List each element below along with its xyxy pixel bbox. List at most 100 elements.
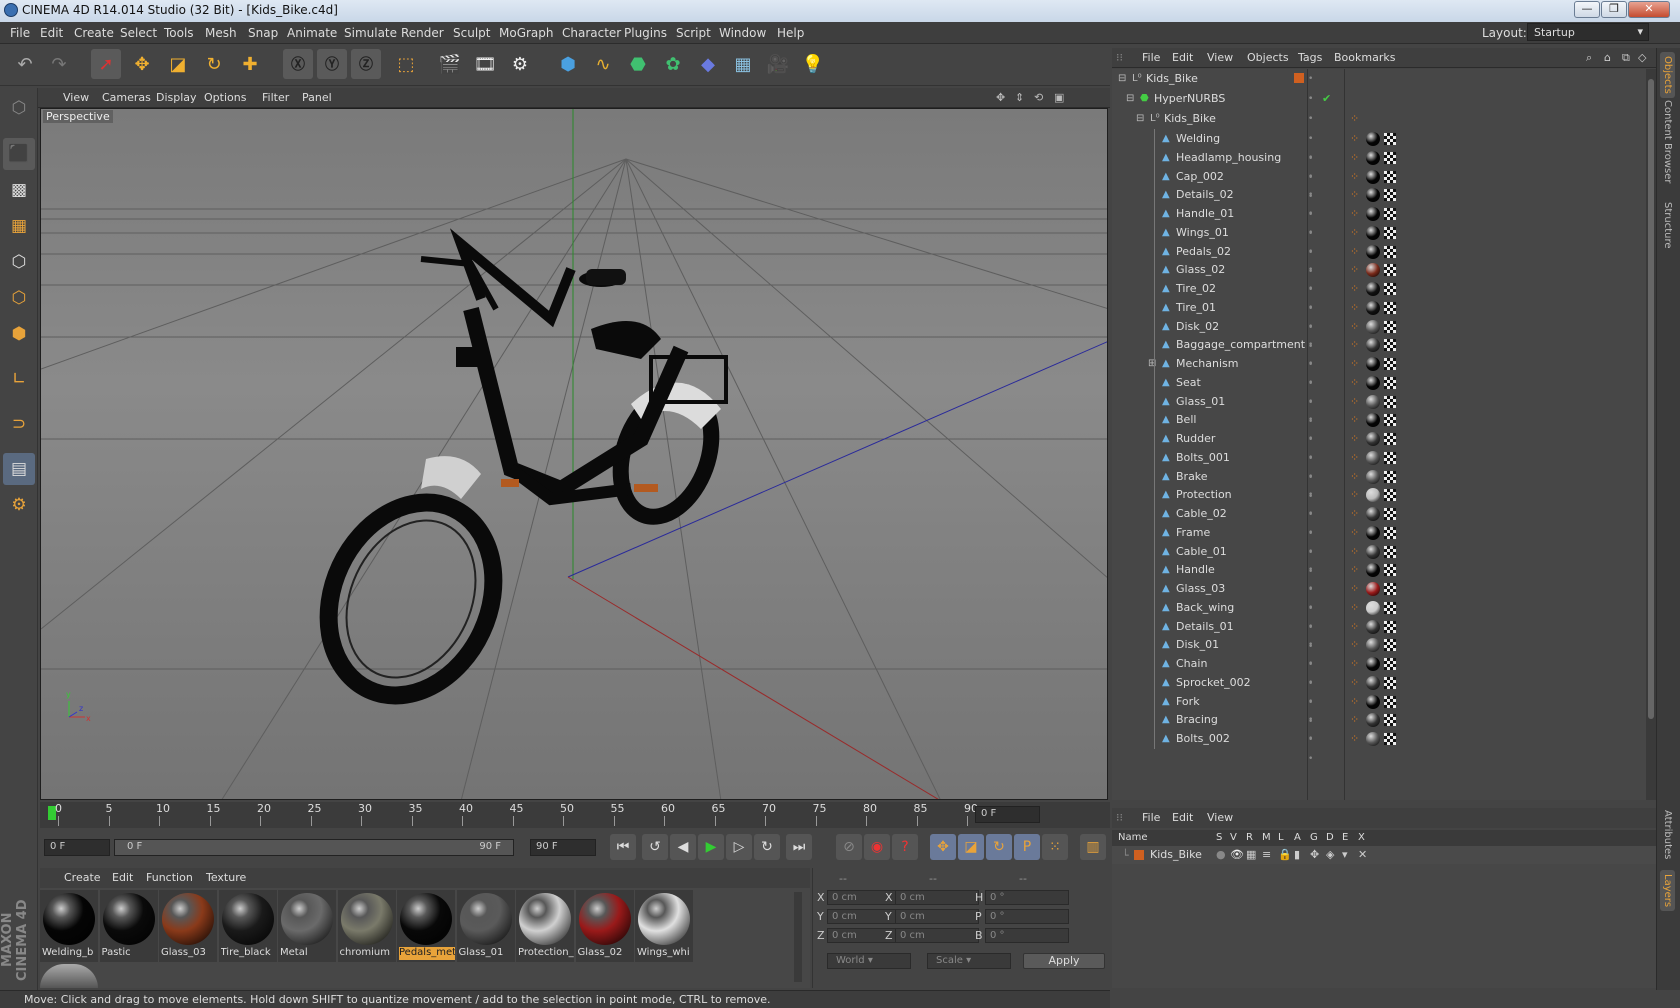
uvw-tag-icon[interactable] <box>1384 320 1396 333</box>
object-row[interactable]: ▲ Handle_01 • • ⁘ <box>1112 204 1646 239</box>
cube-primitive-icon[interactable]: ⬢ <box>553 49 583 79</box>
obj-menu-tags[interactable]: Tags <box>1298 51 1322 64</box>
coord-value-field[interactable]: 0 ° <box>985 928 1069 943</box>
visibility-dots[interactable]: • • <box>1308 448 1338 483</box>
phong-tag-icon[interactable]: ⁘ <box>1350 339 1362 351</box>
layout-select[interactable]: Startup ▾ <box>1527 23 1649 41</box>
phong-tag-icon[interactable]: ⁘ <box>1350 133 1362 145</box>
render-icon[interactable]: ▦ <box>1246 848 1256 861</box>
phong-tag-icon[interactable]: ⁘ <box>1350 452 1362 464</box>
object-row[interactable]: ▲ Cable_02 • • ⁘ <box>1112 504 1646 539</box>
texture-mode-icon[interactable]: ▩ <box>3 174 35 206</box>
nurbs-icon[interactable]: ⬣ <box>623 49 653 79</box>
coord-value-field[interactable]: 0 cm <box>895 909 979 924</box>
z-axis-lock-icon[interactable]: Ⓩ <box>351 49 381 79</box>
material-tag-icon[interactable] <box>1366 525 1380 540</box>
menu-mograph[interactable]: MoGraph <box>499 26 554 40</box>
material-tag-icon[interactable] <box>1366 132 1380 146</box>
play-icon[interactable]: ▶ <box>698 834 724 860</box>
visibility-dots[interactable]: • • <box>1308 579 1338 614</box>
previous-key-icon[interactable]: ↺ <box>642 834 668 860</box>
visibility-dots[interactable]: • • <box>1308 204 1338 239</box>
material-thumbnail[interactable]: Wings_whi <box>635 890 693 962</box>
tab-content-browser[interactable]: Content Browser <box>1660 96 1675 187</box>
menu-character[interactable]: Character <box>562 26 621 40</box>
material-thumbnail[interactable]: Protection_ <box>516 890 574 962</box>
material-tag-icon[interactable] <box>1366 300 1380 315</box>
layer-menu-view[interactable]: View <box>1207 811 1233 824</box>
material-tag-icon[interactable] <box>1366 713 1380 728</box>
key-rotation-icon[interactable]: ↻ <box>986 834 1012 860</box>
material-thumbnail-partial[interactable] <box>40 964 98 988</box>
object-row[interactable]: ▲ Details_01 • • ⁘ <box>1112 616 1646 652</box>
phong-tag-icon[interactable]: ⁘ <box>1350 733 1362 745</box>
material-tag-icon[interactable] <box>1366 413 1380 428</box>
material-tag-icon[interactable] <box>1366 244 1380 259</box>
material-tag-icon[interactable] <box>1366 282 1380 296</box>
mat-menu-edit[interactable]: Edit <box>112 871 133 884</box>
object-row[interactable]: ▲ Welding • • ⁘ <box>1112 129 1646 164</box>
solo-icon[interactable]: ● <box>1216 848 1226 861</box>
visibility-dots[interactable]: • • <box>1308 223 1338 258</box>
phong-tag-icon[interactable]: ⁘ <box>1350 527 1362 539</box>
visibility-dots[interactable]: • • <box>1308 560 1338 595</box>
visible-icon[interactable]: 👁 <box>1230 848 1244 861</box>
uvw-tag-icon[interactable] <box>1384 358 1396 370</box>
uvw-tag-icon[interactable] <box>1384 433 1396 445</box>
phong-tag-icon[interactable]: ⁘ <box>1350 546 1362 558</box>
material-thumbnail[interactable]: Glass_03 <box>159 890 217 962</box>
object-row[interactable]: ▲ Frame • • ⁘ <box>1112 522 1646 558</box>
visibility-dots[interactable]: • • <box>1308 710 1338 745</box>
material-tag-icon[interactable] <box>1366 375 1380 390</box>
material-tag-icon[interactable] <box>1366 357 1380 371</box>
phong-tag-icon[interactable]: ⁘ <box>1350 171 1362 183</box>
rotate-tool-icon[interactable]: ↻ <box>199 49 229 79</box>
key-parameter-icon[interactable]: P <box>1014 834 1040 860</box>
phong-tag-icon[interactable]: ⁘ <box>1350 377 1362 389</box>
material-tag-icon[interactable] <box>1366 507 1380 521</box>
visibility-dots[interactable]: • • <box>1308 317 1338 352</box>
axis-mode-icon[interactable]: ∟ <box>3 363 35 395</box>
coord-value-field[interactable]: 0 cm <box>895 890 979 905</box>
visibility-dots[interactable]: • • <box>1308 167 1338 202</box>
key-scale-icon[interactable]: ◪ <box>958 834 984 860</box>
visibility-dots[interactable]: • • <box>1308 635 1338 670</box>
phong-tag-icon[interactable]: ⁘ <box>1350 508 1362 520</box>
phong-tag-icon[interactable]: ⁘ <box>1350 433 1362 445</box>
object-row[interactable]: ▲ Bell • • ⁘ <box>1112 410 1646 445</box>
undo-icon[interactable]: ↶ <box>10 49 40 79</box>
mat-menu-create[interactable]: Create <box>64 871 101 884</box>
vp-menu-view[interactable]: View <box>63 91 89 104</box>
object-row[interactable]: ▲ Pedals_02 • • ⁘ <box>1112 241 1646 277</box>
collapse-icon[interactable]: ⊟ <box>1118 73 1128 84</box>
uvw-tag-icon[interactable] <box>1384 526 1396 539</box>
record-icon[interactable]: ◉ <box>864 834 890 860</box>
object-row[interactable]: ▲ Tire_01 • • ⁘ <box>1112 297 1646 333</box>
menu-render[interactable]: Render <box>401 26 444 40</box>
autokey-icon[interactable]: ⊘ <box>836 834 862 860</box>
uvw-tag-icon[interactable] <box>1384 620 1396 633</box>
material-tag-icon[interactable] <box>1366 732 1380 746</box>
go-to-end-icon[interactable]: ⏭ <box>786 834 812 860</box>
object-row[interactable]: ▲ Chain • • ⁘ <box>1112 654 1646 689</box>
object-row[interactable]: ▲ Cable_01 • • ⁘ <box>1112 541 1646 577</box>
obj-menu-objects[interactable]: Objects <box>1247 51 1289 64</box>
menu-sculpt[interactable]: Sculpt <box>453 26 490 40</box>
uvw-tag-icon[interactable] <box>1384 208 1396 220</box>
phong-tag-icon[interactable]: ⁘ <box>1350 264 1362 276</box>
uvw-tag-icon[interactable] <box>1384 583 1396 595</box>
menu-edit[interactable]: Edit <box>40 26 63 40</box>
tab-objects[interactable]: Objects <box>1660 52 1675 98</box>
pan-icon[interactable]: ✥ <box>996 91 1005 104</box>
coord-value-field[interactable]: 0 ° <box>985 909 1069 924</box>
visibility-dots[interactable]: • • <box>1308 279 1338 314</box>
obj-menu-bookmarks[interactable]: Bookmarks <box>1334 51 1395 64</box>
phong-tag-icon[interactable]: ⁘ <box>1350 564 1362 576</box>
uvw-tag-icon[interactable] <box>1384 601 1396 614</box>
visibility-dots[interactable]: • • <box>1308 692 1338 727</box>
checkmark-icon[interactable]: ✔ <box>1322 92 1331 105</box>
material-tag-icon[interactable] <box>1366 488 1380 503</box>
object-row[interactable]: ▲ Brake • • ⁘ <box>1112 466 1646 502</box>
lock-icon[interactable]: 🔒 <box>1278 848 1292 861</box>
object-row[interactable]: ▲ Disk_01 • • ⁘ <box>1112 635 1646 670</box>
